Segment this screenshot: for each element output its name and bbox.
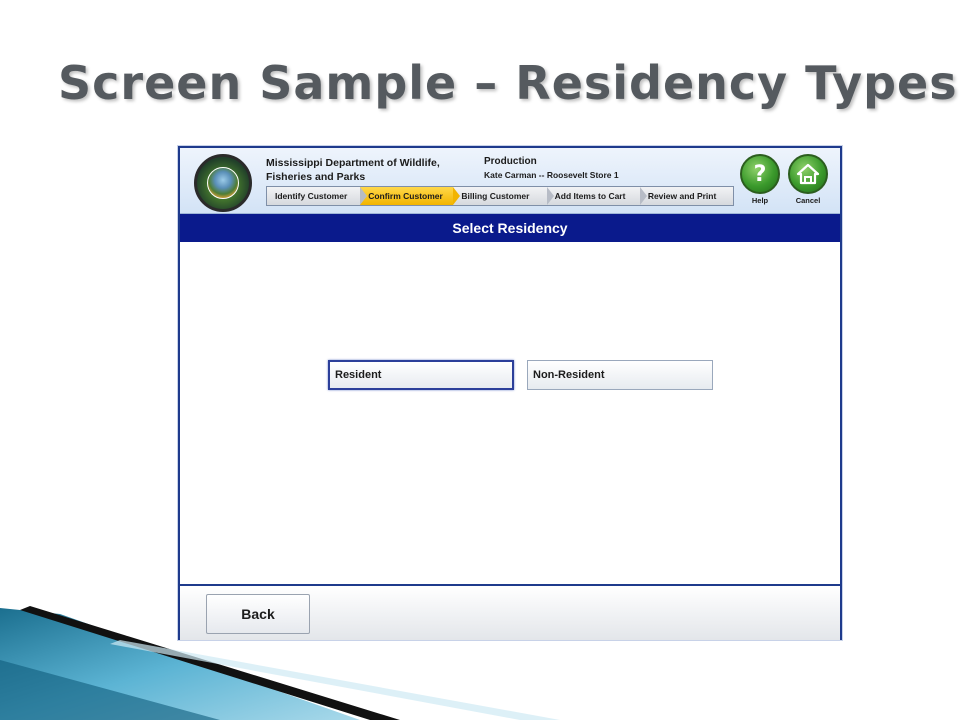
section-title: Select Residency xyxy=(452,220,568,236)
help-label: Help xyxy=(751,196,769,205)
non-resident-option-button[interactable]: Non-Resident xyxy=(527,360,713,390)
app-window: Mississippi Department of Wildlife, Fish… xyxy=(178,146,842,640)
progress-steps: Identify Customer Confirm Customer Billi… xyxy=(266,186,734,206)
help-button[interactable]: ? Help xyxy=(738,154,782,210)
app-header: Mississippi Department of Wildlife, Fish… xyxy=(180,148,840,214)
user-store-label: Kate Carman -- Roosevelt Store 1 xyxy=(484,170,619,180)
back-button[interactable]: Back xyxy=(206,594,310,634)
step-review-and-print[interactable]: Review and Print xyxy=(639,187,734,205)
section-title-bar: Select Residency xyxy=(180,214,840,242)
step-confirm-customer[interactable]: Confirm Customer xyxy=(360,187,461,205)
residency-content: Resident Non-Resident xyxy=(180,242,840,584)
home-icon xyxy=(788,154,828,194)
cancel-label: Cancel xyxy=(795,196,821,205)
step-identify-customer[interactable]: Identify Customer xyxy=(267,187,368,205)
resident-option-button[interactable]: Resident xyxy=(328,360,514,390)
seal-emblem-icon xyxy=(207,167,239,199)
organization-name: Mississippi Department of Wildlife, Fish… xyxy=(266,157,440,183)
question-mark-icon: ? xyxy=(740,154,780,194)
step-billing-customer[interactable]: Billing Customer xyxy=(453,187,554,205)
step-add-items-to-cart[interactable]: Add Items to Cart xyxy=(546,187,648,205)
slide-title: Screen Sample – Residency Types xyxy=(58,56,958,110)
environment-label: Production xyxy=(484,156,537,167)
agency-seal-logo xyxy=(194,154,252,212)
cancel-button[interactable]: Cancel xyxy=(786,154,830,210)
footer-bar: Back xyxy=(180,584,840,640)
